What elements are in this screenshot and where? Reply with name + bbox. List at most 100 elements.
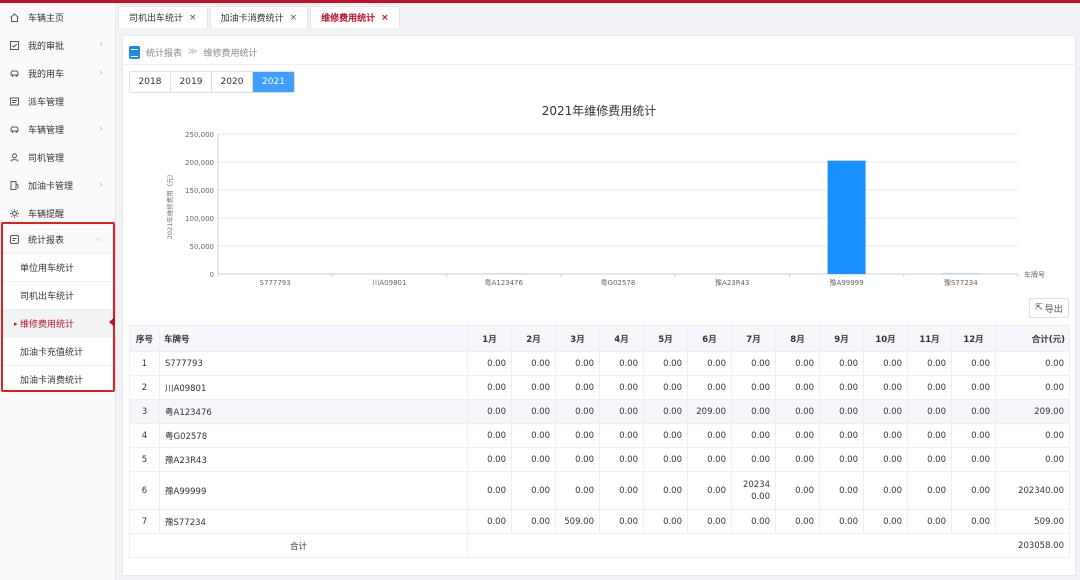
column-header: 3月 [555, 325, 600, 352]
y-tick-label: 250,000 [185, 131, 214, 139]
cost-cell: 0.00 [467, 351, 512, 376]
cost-cell: 0.00 [555, 375, 600, 400]
column-header: 合计(元) [995, 325, 1070, 352]
sidebar-item-2[interactable]: 我的审批 › [0, 31, 115, 59]
breadcrumb-current: 维修费用统计 [203, 48, 258, 59]
sidebar-item-7[interactable]: 加油卡管理 › [0, 171, 115, 199]
cost-cell: 0.00 [599, 509, 644, 534]
year-button-2018[interactable]: 2018 [130, 72, 171, 92]
breadcrumb-parent[interactable]: 统计报表 [146, 46, 182, 59]
row-index: 6 [129, 471, 160, 510]
cost-cell: 0.00 [511, 399, 556, 424]
cost-cell: 0.00 [467, 375, 512, 400]
cost-cell: 0.00 [731, 399, 776, 424]
cost-cell: 0.00 [731, 447, 776, 472]
tab-1[interactable]: 司机出车统计 × [118, 6, 208, 28]
cost-cell: 0.00 [819, 447, 864, 472]
cost-cell: 0.00 [907, 471, 952, 510]
cost-cell: 0.00 [863, 423, 908, 448]
cost-cell: 0.00 [643, 509, 688, 534]
cost-cell: 0.00 [643, 447, 688, 472]
cost-cell: 202340.00 [995, 471, 1070, 510]
breadcrumb-separator: ≫ [188, 47, 198, 57]
chart-container: 2021年维修费用统计 0 50,000 100,000 150,000 200,000… [123, 98, 1075, 298]
sidebar-item-label: 司机管理 [28, 153, 65, 164]
cost-cell: 209.00 [995, 399, 1070, 424]
cost-cell: 0.00 [995, 351, 1070, 376]
cost-cell: 0.00 [555, 399, 600, 424]
cost-cell: 0.00 [511, 351, 556, 376]
close-icon[interactable]: × [381, 13, 389, 23]
tab-3[interactable]: 维修费用统计 × [310, 6, 400, 28]
top-accent-bar [0, 0, 1080, 3]
report-icon [129, 45, 140, 59]
chevron-right-icon: › [99, 124, 103, 134]
cost-cell: 0.00 [951, 375, 996, 400]
export-button[interactable]: ⇱ 导出 [1029, 298, 1069, 318]
cost-cell: 0.00 [687, 447, 732, 472]
sidebar-item-4[interactable]: 派车管理 [0, 87, 115, 115]
cost-cell: 0.00 [819, 375, 864, 400]
total-value: 203058.00 [467, 533, 1070, 558]
cost-cell: 0.00 [863, 399, 908, 424]
year-button-2020[interactable]: 2020 [212, 72, 253, 92]
cost-cell: 0.00 [863, 509, 908, 534]
repair-cost-table: 序号 车牌号 1月 2月 3月 4月 5月 6月 7月 8月 9月 10月 11月 12月 合计(元) 1S… [129, 325, 1070, 558]
y-tick-label: 200,000 [185, 159, 214, 167]
y-tick-label: 50,000 [190, 243, 215, 251]
cost-cell: 0.00 [819, 351, 864, 376]
cost-cell: 0.00 [731, 509, 776, 534]
cost-cell: 0.00 [951, 399, 996, 424]
table-row[interactable]: 7 豫S77234 0.00 0.00 509.00 0.00 0.00 0.00 0.00 0.… [129, 509, 1070, 534]
column-header: 11月 [907, 325, 952, 352]
tab-label: 维修费用统计 [321, 14, 376, 24]
tab-label: 司机出车统计 [129, 14, 184, 24]
cost-cell: 0.00 [511, 509, 556, 534]
close-icon[interactable]: × [189, 13, 197, 23]
table-row[interactable]: 6 豫A99999 0.00 0.00 0.00 0.00 0.00 0.00 202340.0… [129, 471, 1070, 510]
x-tick-label: 豫S77234 [944, 278, 978, 287]
sidebar-item-5[interactable]: 车辆管理 › [0, 115, 115, 143]
table-row[interactable]: 2 川A09801 0.00 0.00 0.00 0.00 0.00 0.00 0.00 0.00… [129, 375, 1070, 400]
row-index: 3 [129, 399, 160, 424]
cost-cell: 509.00 [995, 509, 1070, 534]
cost-cell: 0.00 [907, 375, 952, 400]
sidebar-item-3[interactable]: 我的用车 › [0, 59, 115, 87]
year-button-2021[interactable]: 2021 [253, 72, 294, 92]
table-row[interactable]: 3 粤A123476 0.00 0.00 0.00 0.00 0.00 209.00 0.00 0… [129, 399, 1070, 424]
year-button-2019[interactable]: 2019 [171, 72, 212, 92]
table-row[interactable]: 4 粤G02578 0.00 0.00 0.00 0.00 0.00 0.00 0.00 0.00… [129, 423, 1070, 448]
table-row[interactable]: 5 豫A23R43 0.00 0.00 0.00 0.00 0.00 0.00 0.00 0.00… [129, 447, 1070, 472]
cost-cell: 0.00 [643, 423, 688, 448]
cost-cell: 0.00 [995, 375, 1070, 400]
column-header: 6月 [687, 325, 732, 352]
cost-cell: 202340.00 [731, 471, 776, 510]
tab-2[interactable]: 加油卡消费统计 × [209, 6, 309, 28]
plate-number: 豫A23R43 [159, 447, 468, 472]
cost-cell: 0.00 [643, 351, 688, 376]
x-tick-label: 粤G02578 [601, 278, 636, 287]
total-label: 合计 [129, 533, 468, 558]
cost-cell: 0.00 [819, 509, 864, 534]
cost-cell: 209.00 [687, 399, 732, 424]
close-icon[interactable]: × [290, 13, 298, 23]
cost-cell: 0.00 [687, 471, 732, 510]
chevron-right-icon: › [99, 180, 103, 190]
cost-cell: 0.00 [775, 375, 820, 400]
column-header: 12月 [951, 325, 996, 352]
cost-cell: 0.00 [687, 423, 732, 448]
cost-cell: 0.00 [643, 471, 688, 510]
cost-cell: 0.00 [511, 375, 556, 400]
sidebar-item-1[interactable]: 车辆主页 [0, 3, 115, 31]
column-header: 8月 [775, 325, 820, 352]
x-axis-label: 车牌号 [1024, 270, 1045, 279]
active-indicator [109, 317, 115, 327]
table-row[interactable]: 1 S777793 0.00 0.00 0.00 0.00 0.00 0.00 0.00 0.00… [129, 351, 1070, 376]
row-index: 1 [129, 351, 160, 376]
column-header: 7月 [731, 325, 776, 352]
sidebar-item-6[interactable]: 司机管理 [0, 143, 115, 171]
cost-cell: 0.00 [951, 423, 996, 448]
cost-cell: 0.00 [775, 471, 820, 510]
x-tick-label: 豫A99999 [830, 278, 864, 287]
fuel-icon [9, 180, 20, 191]
